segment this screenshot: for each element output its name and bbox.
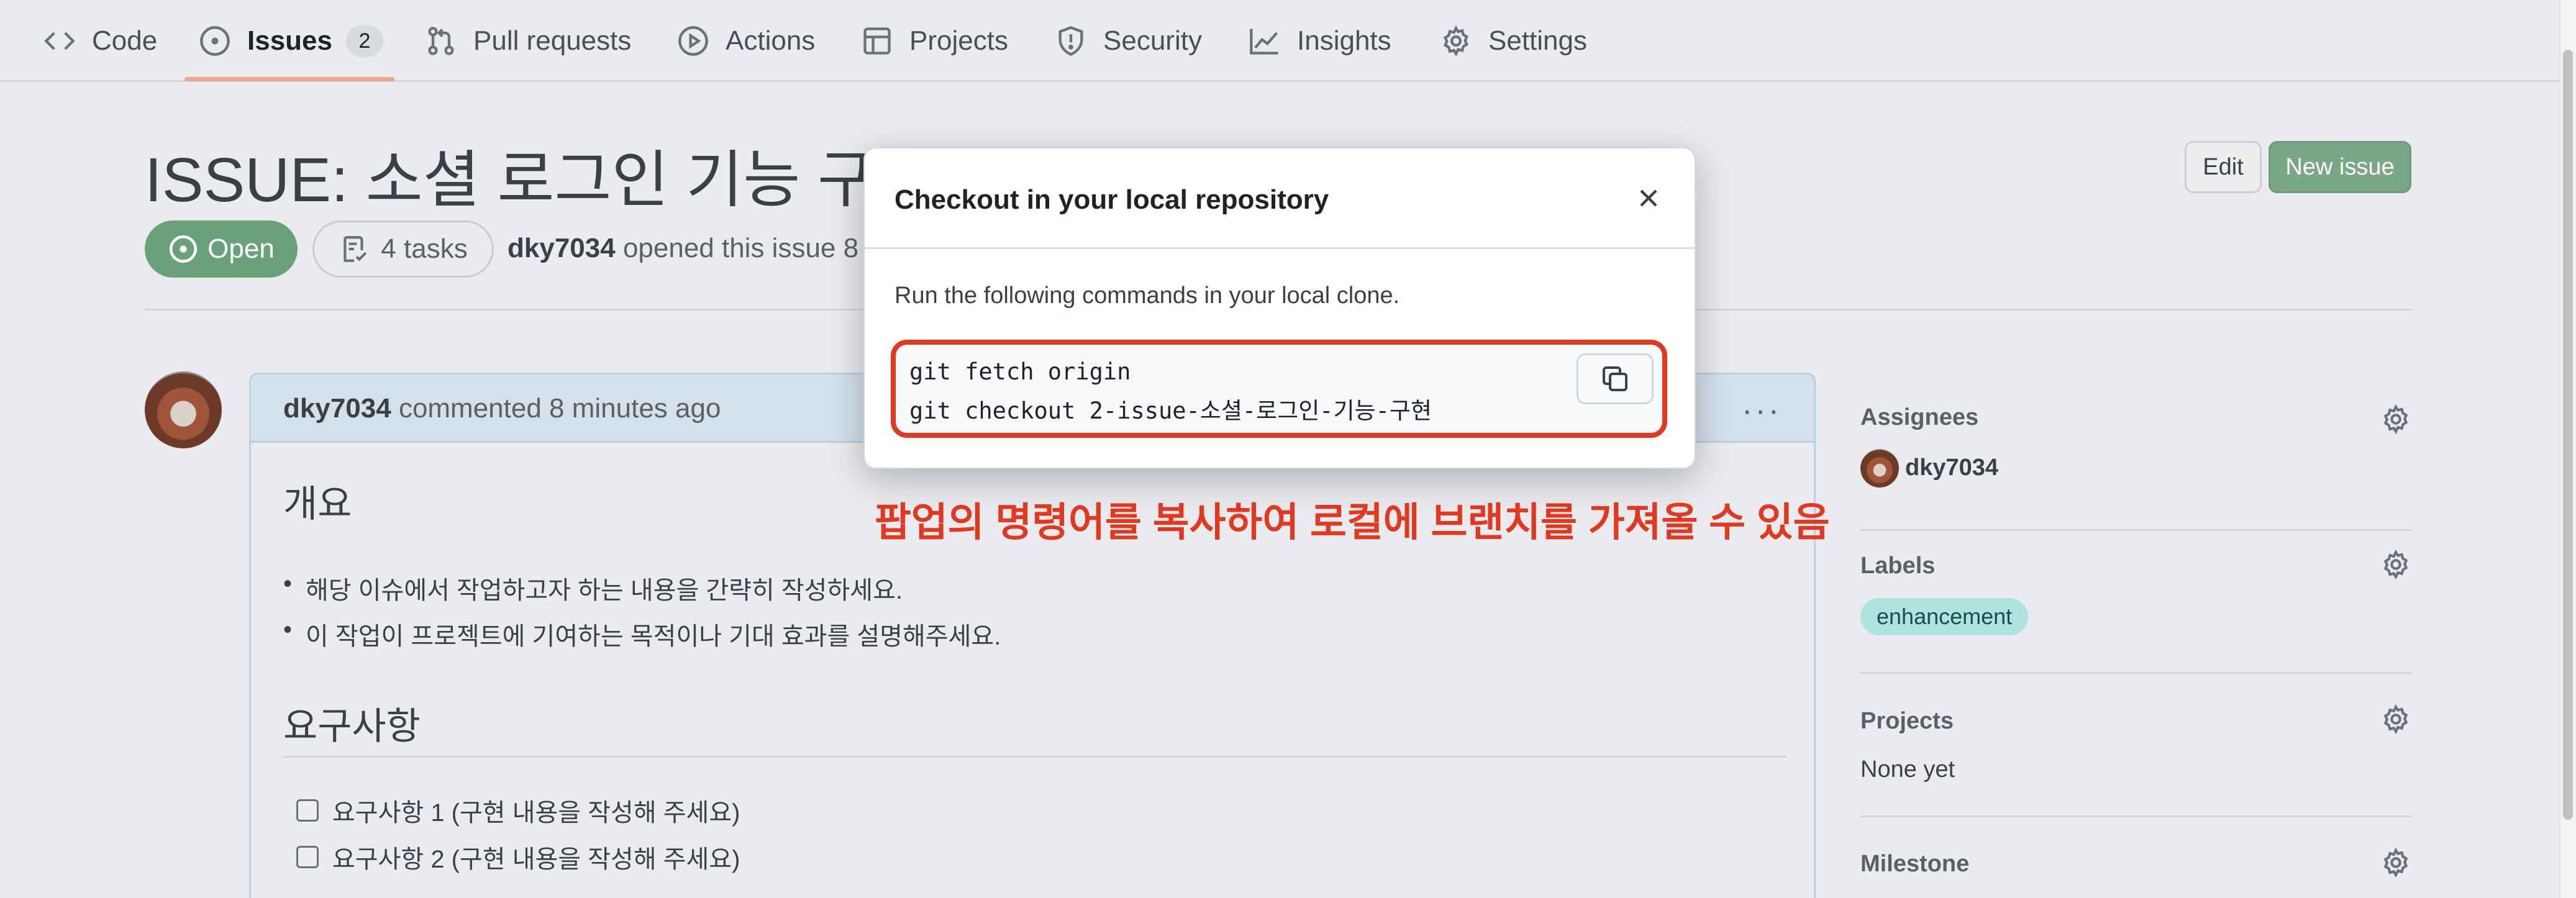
assignee-avatar[interactable] xyxy=(1860,449,1899,488)
projects-heading: Projects xyxy=(1860,708,1954,734)
task-label: 요구사항 1 (구현 내용을 작성해 주세요) xyxy=(332,799,740,827)
git-pull-request-icon xyxy=(425,25,457,57)
projects-value: None yet xyxy=(1860,756,1955,782)
issue-opened-icon xyxy=(170,235,198,263)
dialog-title: Checkout in your local repository xyxy=(894,184,1329,215)
milestone-heading: Milestone xyxy=(1860,851,1970,877)
labels-gear-icon[interactable] xyxy=(2380,549,2411,580)
table-icon xyxy=(861,25,893,57)
tab-settings-label: Settings xyxy=(1488,25,1587,56)
issue-state-label: Open xyxy=(207,234,275,264)
tab-security[interactable]: Security xyxy=(1055,0,1202,82)
tab-pull-requests-label: Pull requests xyxy=(473,25,632,56)
tab-issues-label: Issues xyxy=(247,25,332,56)
issue-author-link[interactable]: dky7034 xyxy=(507,233,616,263)
issue-state-badge: Open xyxy=(145,220,298,278)
comment-time: commented 8 minutes ago xyxy=(398,393,721,424)
play-icon xyxy=(677,25,709,57)
copy-icon xyxy=(1603,366,1627,391)
scrollbar-thumb[interactable] xyxy=(2563,50,2573,820)
tab-pull-requests[interactable]: Pull requests xyxy=(425,0,631,82)
section-heading-overview: 개요 xyxy=(283,483,352,525)
issues-count-badge: 2 xyxy=(345,25,383,57)
tab-code-label: Code xyxy=(92,25,158,56)
code-icon xyxy=(43,25,76,57)
list-item: 이 작업이 프로젝트에 기여하는 목적이나 기대 효과를 설명해주세요. xyxy=(283,616,1001,652)
tab-issues[interactable]: Issues 2 xyxy=(199,0,383,82)
checkout-dialog: Checkout in your local repository Run th… xyxy=(863,147,1696,469)
tasks-label: 4 tasks xyxy=(381,234,468,264)
tab-projects[interactable]: Projects xyxy=(861,0,1008,82)
issue-meta: dky7034 opened this issue 8 xyxy=(507,233,858,264)
assignees-heading: Assignees xyxy=(1860,404,1979,430)
avatar[interactable] xyxy=(145,371,222,448)
tab-settings[interactable]: Settings xyxy=(1440,0,1587,82)
active-tab-underline xyxy=(184,77,394,81)
issue-opened-text: opened this issue 8 xyxy=(622,233,859,263)
command-block: git fetch origin git checkout 2-issue-소셜… xyxy=(891,340,1667,438)
heading-divider xyxy=(283,756,1786,758)
copy-button[interactable] xyxy=(1577,353,1654,404)
dialog-description: Run the following commands in your local… xyxy=(894,283,1400,309)
section-heading-requirements: 요구사항 xyxy=(283,705,421,747)
task-label: 요구사항 2 (구현 내용을 작성해 주세요) xyxy=(332,846,740,873)
gear-icon xyxy=(1440,25,1472,57)
milestone-gear-icon[interactable] xyxy=(2380,847,2411,878)
shield-icon xyxy=(1055,25,1087,57)
repo-nav: Code Issues 2 Pull requests Actions Proj… xyxy=(0,0,2559,82)
assignee-name[interactable]: dky7034 xyxy=(1905,455,1998,481)
issue-opened-icon xyxy=(199,25,231,57)
command-line-fetch: git fetch origin xyxy=(909,358,1131,385)
sidebar-divider xyxy=(1860,815,2411,817)
tab-insights-label: Insights xyxy=(1297,25,1391,56)
edit-button[interactable]: Edit xyxy=(2185,141,2262,193)
sidebar-divider xyxy=(1860,529,2411,531)
assignees-gear-icon[interactable] xyxy=(2380,404,2411,435)
tab-code[interactable]: Code xyxy=(43,0,157,82)
issue-title: ISSUE: 소셜 로그인 기능 구현 # xyxy=(145,145,984,215)
kebab-menu-icon[interactable]: ··· xyxy=(1742,392,1782,429)
command-line-checkout: git checkout 2-issue-소셜-로그인-기능-구현 xyxy=(909,397,1432,424)
tab-security-label: Security xyxy=(1103,25,1202,56)
dialog-header: Checkout in your local repository xyxy=(865,148,1695,249)
tasks-progress[interactable]: 4 tasks xyxy=(312,220,494,278)
tab-actions-label: Actions xyxy=(726,25,816,56)
checklist-icon xyxy=(344,236,367,262)
task-item: 요구사항 1 (구현 내용을 작성해 주세요) xyxy=(296,792,740,828)
tab-projects-label: Projects xyxy=(909,25,1008,56)
labels-heading: Labels xyxy=(1860,553,1936,579)
new-issue-button[interactable]: New issue xyxy=(2269,141,2411,193)
annotation-text: 팝업의 명령어를 복사하여 로컬에 브랜치를 가져올 수 있음 xyxy=(875,500,1830,545)
label-enhancement[interactable]: enhancement xyxy=(1860,598,2029,635)
graph-icon xyxy=(1249,25,1281,57)
comment-meta: dky7034 commented 8 minutes ago xyxy=(283,393,721,424)
close-icon[interactable] xyxy=(1634,183,1663,213)
comment-author-link[interactable]: dky7034 xyxy=(283,393,391,424)
task-checkbox[interactable] xyxy=(296,799,319,822)
task-item: 요구사항 2 (구현 내용을 작성해 주세요) xyxy=(296,839,740,875)
projects-gear-icon[interactable] xyxy=(2380,704,2411,735)
list-item: 해당 이슈에서 작업하고자 하는 내용을 간략히 작성하세요. xyxy=(283,570,903,606)
tab-insights[interactable]: Insights xyxy=(1249,0,1391,82)
task-checkbox[interactable] xyxy=(296,846,319,868)
tab-actions[interactable]: Actions xyxy=(677,0,815,82)
sidebar-divider xyxy=(1860,672,2411,674)
